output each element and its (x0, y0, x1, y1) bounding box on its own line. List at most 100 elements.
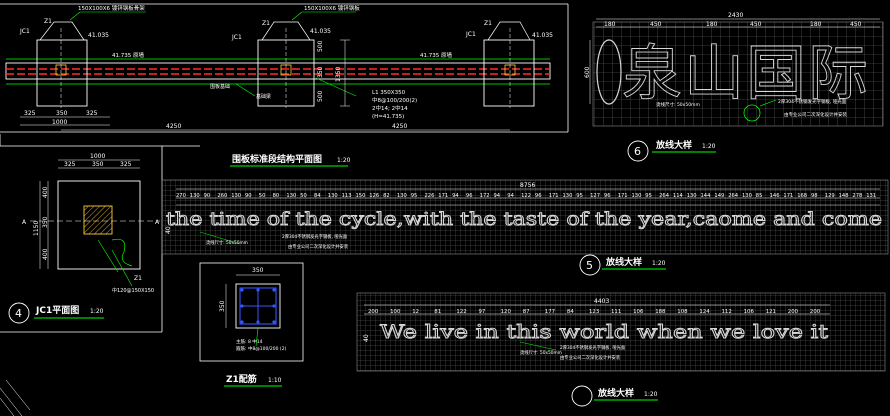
detail-a-callout-number: 6 (634, 145, 641, 158)
detail-b-note-3: 由专业公司二次深化设计并安装 (288, 243, 349, 250)
detail-b-dim-2: 90 (204, 193, 211, 199)
title-detail-c: 放线大样 (597, 387, 634, 399)
detail-a-note-3: 由专业公司二次深化设计并安装 (784, 111, 847, 118)
level-b: 41.035 (310, 28, 331, 35)
construction-lines (0, 379, 31, 416)
leader-plate (235, 83, 256, 97)
detail-b-note-1: 2厚304不锈钢发光字钢板, 哑光面 (282, 233, 348, 240)
detail-c-callout-circle (571, 385, 593, 407)
detail-a-dim-2: 180 (706, 21, 718, 28)
label-z1-b: Z1 (262, 20, 270, 27)
detail-c-dim-total: 4403 (594, 298, 609, 305)
title-jc1-scale: 1:20 (90, 308, 104, 315)
detail-b-dim-23: 94 (494, 193, 501, 199)
detail-b-dim-45: 168 (797, 193, 807, 199)
detail-b-dim-38: 144 (701, 193, 712, 199)
beam-note-4: (H=41.735) (372, 114, 404, 120)
detail-b-dim-29: 95 (576, 193, 583, 199)
foundation-beam (5, 62, 551, 80)
dim-v-1350: 1350 (335, 67, 342, 82)
detail-c-dim-5: 97 (479, 309, 486, 315)
detail-b-dim-1: 130 (190, 193, 200, 199)
label-jc1-a: JC1 (19, 28, 30, 35)
detail-b-dim-35: 264 (659, 193, 670, 199)
detail-b-side-dim: 40 (165, 226, 172, 234)
detail-c-dim-values: 200 100 12 81 122 97 120 87 177 84 123 111 106 188 108… (368, 309, 821, 315)
title-z1: Z1配筋 (226, 373, 257, 385)
detail-c-dim-8: 177 (545, 309, 555, 315)
beam-note-1: L1 350X350 (372, 90, 406, 96)
z1-rebar-section: 350 350 主筋: 8 中14 箍筋: 中8@100/200 (2) Z1配… (199, 262, 304, 387)
label-jc1-b: JC1 (231, 34, 242, 41)
label-z1-a: Z1 (44, 18, 52, 25)
detail-a-dim-0: 180 (604, 21, 616, 28)
label-beam: 基础梁 (256, 93, 271, 100)
detail-b-dim-22: 172 (480, 193, 490, 199)
jc1-section-a-left: A (22, 219, 27, 226)
level-top-a: 41.735 原墙 (112, 51, 144, 59)
detail-b-callout-number: 5 (586, 259, 593, 272)
title-detail-a-scale: 1:20 (702, 143, 716, 150)
label-jc1-c: JC1 (465, 31, 476, 38)
jc1-section-a-right: A (155, 219, 160, 226)
detail-b-dim-12: 113 (342, 193, 352, 199)
dim-350: 350 (56, 110, 68, 117)
detail-b-dim-25: 122 (521, 193, 531, 199)
leader-b (291, 11, 303, 21)
detail-b-dim-34: 95 (645, 193, 652, 199)
detail-b-dim-47: 129 (825, 193, 835, 199)
detail-c-dim-3: 81 (434, 309, 441, 315)
z1-note-main: 主筋: 8 中14 (236, 338, 263, 345)
detail-b-dim-5: 90 (245, 193, 252, 199)
detail-c-dim-11: 111 (611, 309, 621, 315)
detail-b-dim-48: 148 (839, 193, 849, 199)
jc1-dim-400-b: 400 (42, 248, 49, 260)
label-steel-plate: 150X100X6 镀锌钢板 (304, 4, 360, 12)
jc1-rebar-note: 中120@150X150 (112, 287, 154, 294)
detail-b-dim-18: 226 (425, 193, 435, 199)
detail-c-dim-20: 200 (810, 309, 821, 315)
label-z1-c: Z1 (484, 20, 492, 27)
detail-c-dim-9: 84 (567, 309, 574, 315)
detail-b-dim-15: 82 (383, 193, 390, 199)
detail-b-dim-9: 50 (300, 193, 307, 199)
title-detail-b-scale: 1:20 (652, 260, 666, 267)
detail-b-dim-39: 149 (714, 193, 724, 199)
detail-b-dim-20: 94 (452, 193, 459, 199)
jc1-break-line (111, 238, 133, 267)
label-steel-frame: 150X100X6 镀锌钢板骨架 (78, 4, 145, 12)
level-c: 41.035 (532, 32, 553, 39)
detail-b-dim-36: 114 (673, 193, 684, 199)
detail-b-dim-21: 96 (466, 193, 473, 199)
jc1-dim-1000: 1000 (90, 153, 105, 160)
elevation-section: JC1 Z1 JC1 Z1 JC1 Z1 150X100X6 镀锌钢板骨架 15… (0, 3, 569, 167)
dim-4250-b: 4250 (392, 123, 407, 130)
jc1-dim-350-v: 350 (42, 216, 49, 228)
title-detail-a: 放线大样 (655, 139, 692, 151)
detail-c-dim-15: 124 (699, 309, 710, 315)
footing-c (483, 21, 535, 108)
detail-a-note-2: 烫线尺寸: 50x50mm (656, 101, 700, 108)
detail-b-sign-text: the time of the cycle,with the taste of … (166, 210, 882, 230)
detail-b-dim-3: 260 (217, 193, 227, 199)
detail-a-sign-text: 泉山国际 (622, 39, 870, 109)
detail-c-dim-19: 200 (788, 309, 799, 315)
dim-v-500-a: 500 (317, 40, 324, 52)
detail-b-dim-14: 126 (369, 193, 379, 199)
leader-a (69, 11, 81, 21)
detail-c-note-1: 2厚304不锈钢发光字钢板, 哑光面 (560, 344, 626, 351)
z1-note-stirrup: 箍筋: 中8@100/200 (2) (236, 345, 287, 352)
detail-c-note-3: 由专业公司二次深化设计并安装 (560, 354, 621, 361)
label-plate: 围板基础 (210, 83, 230, 90)
jc1-dim-325-b: 325 (120, 161, 132, 168)
detail-b-dim-50: 131 (866, 193, 876, 199)
detail-b-dim-27: 171 (549, 193, 559, 199)
title-z1-scale: 1:10 (268, 377, 282, 384)
detail-c-dim-16: 112 (722, 309, 732, 315)
detail-b-dim-total: 8756 (520, 182, 535, 189)
detail-c-dim-7: 87 (523, 309, 530, 315)
detail-b-dim-40: 264 (728, 193, 739, 199)
title-jc1: JC1平面图 (35, 305, 79, 316)
title-elevation-scale: 1:20 (337, 157, 351, 164)
detail-c-dim-2: 12 (412, 309, 419, 315)
